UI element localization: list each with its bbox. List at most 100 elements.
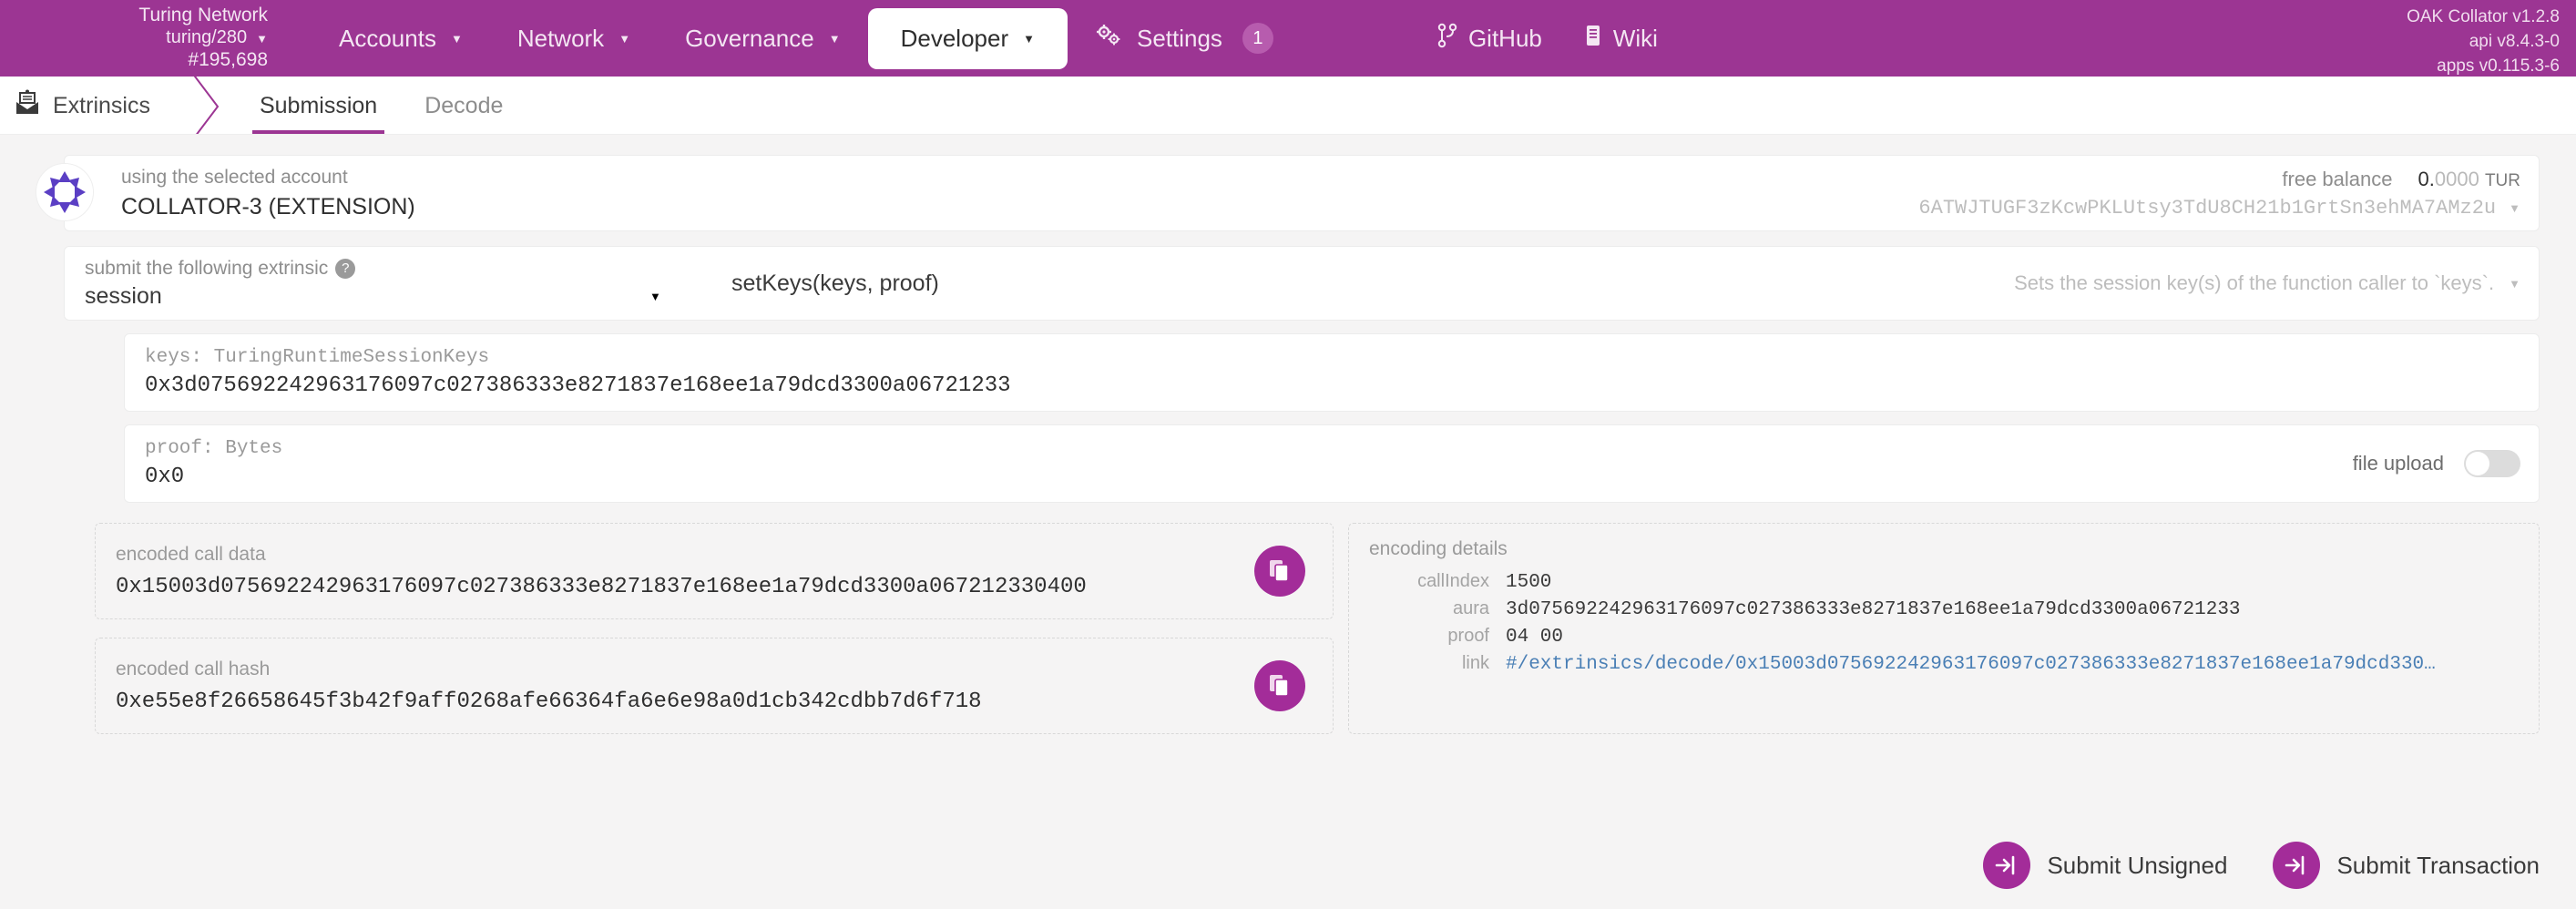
copy-icon[interactable] xyxy=(1254,546,1305,597)
chevron-down-icon: ▼ xyxy=(2509,276,2520,291)
tab-label: Submission xyxy=(259,92,378,118)
decode-link[interactable]: #/extrinsics/decode/0x15003d075692242963… xyxy=(1506,654,2436,675)
book-icon xyxy=(1584,24,1602,54)
detail-value: 3d075692242963176097c027386333e8271837e1… xyxy=(1506,599,2241,620)
tab-decode[interactable]: Decode xyxy=(401,77,526,135)
free-balance-label: free balance xyxy=(2282,167,2393,190)
free-balance-row: free balance 0.0000 TUR xyxy=(2282,168,2520,191)
account-address: 6ATWJTUGF3zKcwPKLUtsy3TdU8CH21b1GrtSn3eh… xyxy=(1918,196,2497,220)
extrinsic-label: submit the following extrinsic xyxy=(85,257,329,279)
encoded-call-data-value: 0x15003d075692242963176097c027386333e827… xyxy=(116,574,1087,599)
account-address-dropdown[interactable]: 6ATWJTUGF3zKcwPKLUtsy3TdU8CH21b1GrtSn3eh… xyxy=(1918,197,2520,220)
tab-label: Decode xyxy=(424,92,504,118)
extrinsic-module-select[interactable]: session ▼ xyxy=(85,283,722,310)
extrinsic-module-value: session xyxy=(85,282,162,309)
toggle-knob xyxy=(2466,452,2489,475)
chevron-down-icon: ▼ xyxy=(256,31,268,46)
breadcrumb-label: Extrinsics xyxy=(53,92,150,118)
extrinsic-method-select[interactable]: setKeys(keys, proof) xyxy=(731,271,939,297)
gears-icon xyxy=(1095,24,1122,54)
detail-row-proof: proof 04 00 xyxy=(1369,626,2519,648)
argument-row-keys: keys: TuringRuntimeSessionKeys 0x3d07569… xyxy=(124,333,2540,412)
chain-spec-row: turing/280 ▼ xyxy=(0,27,268,49)
extrinsic-module-group: submit the following extrinsic? session … xyxy=(85,258,722,310)
menu-item-label: Network xyxy=(516,24,605,52)
account-selector-card: using the selected account COLLATOR-3 (E… xyxy=(36,155,2540,231)
chain-spec: turing/280 xyxy=(166,27,248,48)
question-mark-icon[interactable]: ? xyxy=(335,258,356,279)
node-version: OAK Collator v1.2.8 xyxy=(2407,7,2560,26)
account-name: COLLATOR-3 (EXTENSION) xyxy=(121,193,415,220)
detail-key: callIndex xyxy=(1417,571,1489,591)
tab-submission[interactable]: Submission xyxy=(236,77,401,135)
external-links: GitHub Wiki xyxy=(1437,23,1658,55)
detail-key: aura xyxy=(1452,598,1489,618)
extrinsic-docs-text: Sets the session key(s) of the function … xyxy=(2014,271,2495,294)
chain-selector[interactable]: Turing Network turing/280 ▼ #195,698 xyxy=(0,5,273,71)
argument-content: keys: TuringRuntimeSessionKeys 0x3d07569… xyxy=(145,347,1011,398)
free-balance-value: 0.0000 TUR xyxy=(2418,168,2521,191)
menu-item-label: Developer xyxy=(900,24,1009,52)
extrinsic-selector-card: submit the following extrinsic? session … xyxy=(64,246,2540,321)
detail-row-aura: aura 3d075692242963176097c027386333e8271… xyxy=(1369,598,2519,620)
sign-in-icon xyxy=(1983,842,2031,889)
menu-item-accounts[interactable]: Accounts ▼ xyxy=(312,12,490,66)
chevron-down-icon: ▼ xyxy=(1023,31,1035,46)
menu-item-label: Settings xyxy=(1136,24,1222,52)
menu-item-developer[interactable]: Developer ▼ xyxy=(867,7,1068,69)
balance-whole: 0. xyxy=(2418,167,2435,190)
menu-item-network[interactable]: Network ▼ xyxy=(490,12,658,66)
main-menu: Accounts ▼ Network ▼ Governance ▼ Develo… xyxy=(312,7,1301,69)
file-upload-toggle[interactable] xyxy=(2464,450,2520,477)
account-label: using the selected account xyxy=(121,166,348,188)
detail-value: 1500 xyxy=(1506,572,1552,593)
chevron-down-icon: ▼ xyxy=(450,31,463,46)
encoded-call-data-panel: encoded call data 0x15003d07569224296317… xyxy=(95,523,1334,619)
chevron-down-icon: ▼ xyxy=(828,31,841,46)
chevron-down-icon: ▼ xyxy=(618,31,631,46)
copy-icon[interactable] xyxy=(1254,660,1305,711)
menu-item-label: Governance xyxy=(685,24,814,52)
wiki-link[interactable]: Wiki xyxy=(1584,24,1658,54)
encoded-call-hash-label: encoded call hash xyxy=(116,658,271,679)
balance-decimals: 0000 xyxy=(2434,167,2479,190)
file-upload-control: file upload xyxy=(2353,450,2520,477)
extrinsic-method-value: setKeys(keys, proof) xyxy=(731,270,939,296)
argument-input-proof[interactable]: 0x0 xyxy=(145,465,282,489)
encoded-call-data-content: encoded call data 0x15003d07569224296317… xyxy=(116,544,1087,599)
encoded-call-hash-panel: encoded call hash 0xe55e8f26658645f3b42f… xyxy=(95,638,1334,734)
menu-item-governance[interactable]: Governance ▼ xyxy=(658,12,868,66)
encoding-details-column: encoding details callIndex 1500 aura 3d0… xyxy=(1348,523,2540,734)
encoded-call-hash-value: 0xe55e8f26658645f3b42f9aff0268afe66364fa… xyxy=(116,689,982,714)
menu-item-settings[interactable]: Settings 1 xyxy=(1068,10,1301,66)
encoding-details-title: encoding details xyxy=(1369,538,1508,559)
page-content: using the selected account COLLATOR-3 (E… xyxy=(0,135,2576,909)
encoding-details-panel: encoding details callIndex 1500 aura 3d0… xyxy=(1348,523,2540,734)
balance-unit: TUR xyxy=(2484,170,2520,190)
submit-unsigned-label: Submit Unsigned xyxy=(2047,851,2228,879)
submit-transaction-label: Submit Transaction xyxy=(2336,851,2540,879)
avatar[interactable] xyxy=(36,163,94,221)
submit-transaction-button[interactable]: Submit Transaction xyxy=(2273,842,2540,889)
argument-label: proof: Bytes xyxy=(145,438,283,459)
encoded-values: encoded call data 0x15003d07569224296317… xyxy=(95,523,1334,734)
detail-value: 04 00 xyxy=(1506,627,1564,648)
link-label: Wiki xyxy=(1612,24,1658,52)
api-version: api v8.4.3-0 xyxy=(2469,31,2560,51)
detail-key: link xyxy=(1461,653,1489,673)
chevron-down-icon: ▼ xyxy=(649,289,661,303)
tab-bar: Extrinsics Submission Decode xyxy=(0,66,2576,148)
extrinsic-label-row: submit the following extrinsic? xyxy=(85,258,722,280)
link-label: GitHub xyxy=(1467,24,1542,52)
detail-row-link: link #/extrinsics/decode/0x15003d0756922… xyxy=(1369,653,2519,675)
github-link[interactable]: GitHub xyxy=(1437,23,1542,55)
submit-unsigned-button[interactable]: Submit Unsigned xyxy=(1983,842,2227,889)
encoded-call-hash-content: encoded call hash 0xe55e8f26658645f3b42f… xyxy=(116,659,982,714)
top-navigation-bar: Turing Network turing/280 ▼ #195,698 Acc… xyxy=(0,0,2576,77)
file-upload-label: file upload xyxy=(2352,452,2444,475)
sign-in-icon xyxy=(2273,842,2321,889)
extrinsic-docs[interactable]: Sets the session key(s) of the function … xyxy=(2014,271,2520,295)
encoded-section: encoded call data 0x15003d07569224296317… xyxy=(95,523,2540,734)
argument-input-keys[interactable]: 0x3d075692242963176097c027386333e8271837… xyxy=(145,373,1011,398)
account-info: using the selected account COLLATOR-3 (E… xyxy=(121,167,415,220)
